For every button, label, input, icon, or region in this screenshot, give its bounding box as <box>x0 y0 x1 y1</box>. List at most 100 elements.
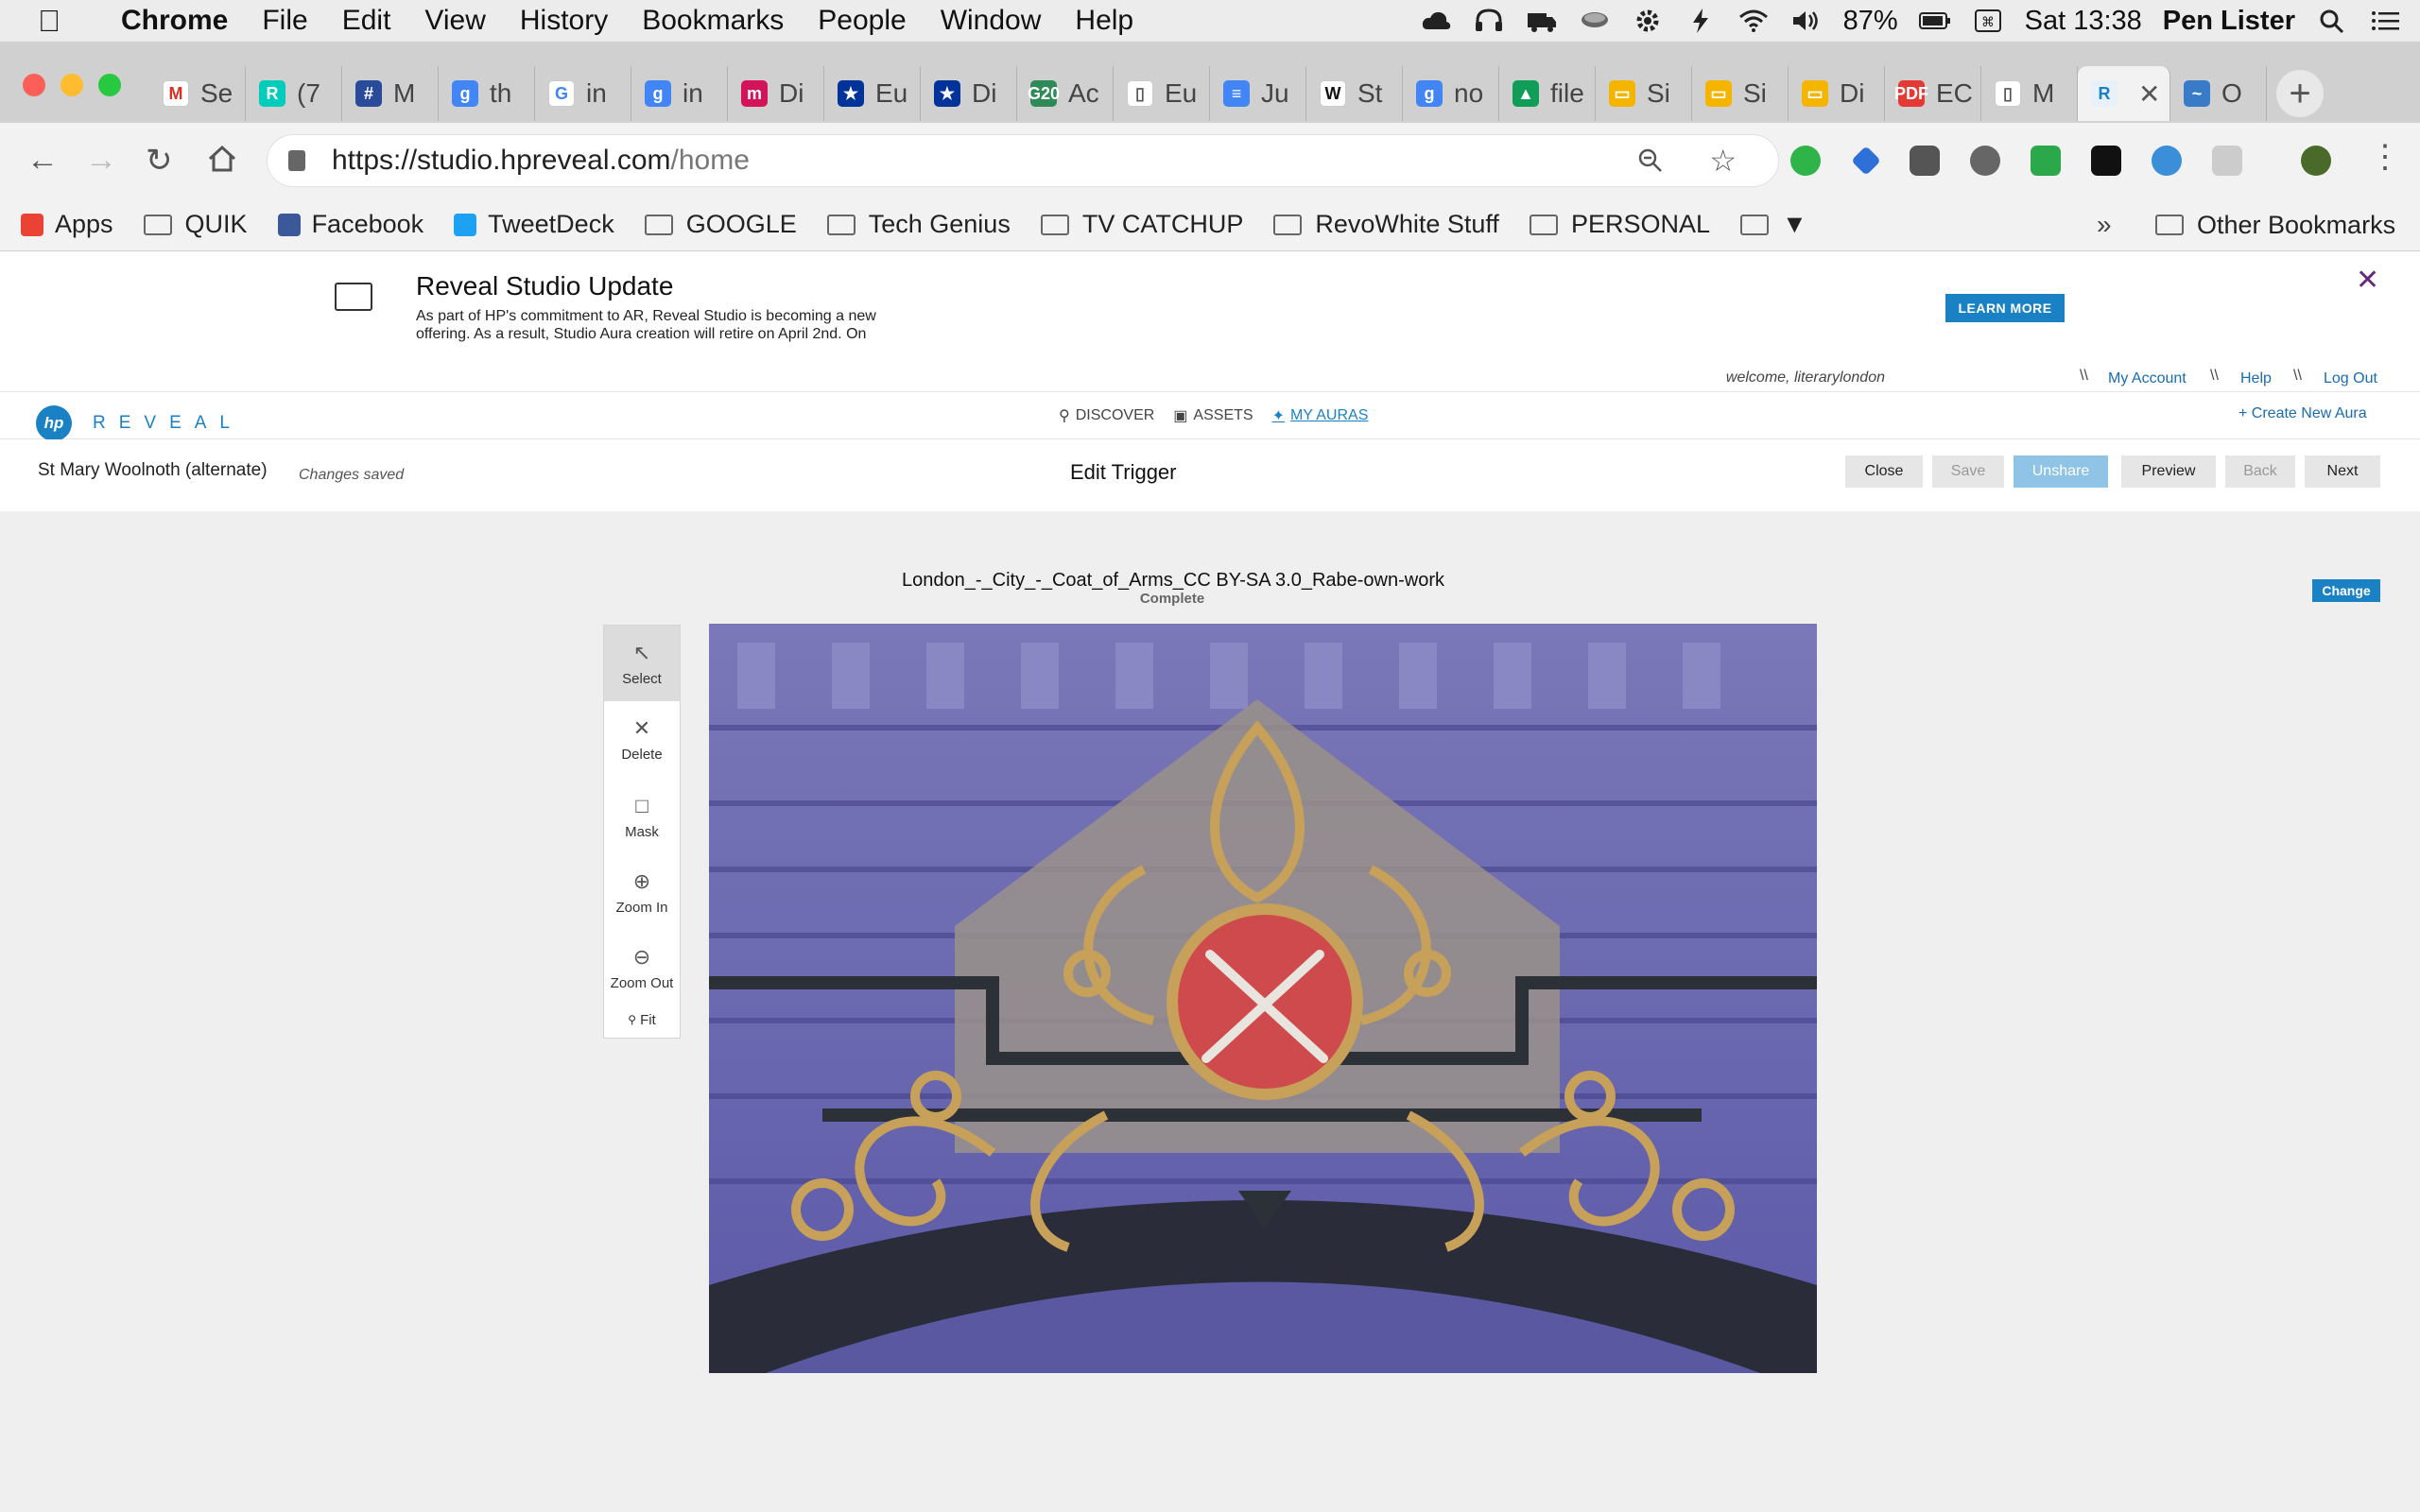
browser-tab[interactable]: ~ O <box>2170 66 2267 121</box>
bowl-icon[interactable] <box>1579 7 1611 35</box>
nav-discover[interactable]: ⚲ DISCOVER <box>1059 406 1154 425</box>
keyboard-icon[interactable]: ⌘ <box>1972 7 2004 35</box>
browser-tab[interactable]: ▭ Si <box>1596 66 1692 121</box>
browser-tab[interactable]: g in <box>631 66 728 121</box>
browser-tab[interactable]: ▭ Di <box>1789 66 1885 121</box>
menu-edit[interactable]: Edit <box>342 5 391 37</box>
zoom-in-tool[interactable]: ⊕ Zoom In <box>604 854 680 930</box>
notification-center-icon[interactable] <box>2369 7 2401 35</box>
nav-my-auras[interactable]: ✦ MY AURAS <box>1272 406 1369 425</box>
menu-people[interactable]: People <box>818 5 906 37</box>
lightbulb-icon[interactable] <box>1970 146 2000 176</box>
bookmarks-overflow-button[interactable]: » <box>2097 210 2112 240</box>
back-arrow-icon[interactable]: ← <box>26 142 59 179</box>
browser-tab[interactable]: G20 Ac <box>1017 66 1114 121</box>
mask-tool[interactable]: □ Mask <box>604 779 680 854</box>
home-icon[interactable] <box>206 144 238 174</box>
bookmark-item[interactable]: Tech Genius <box>826 210 1011 239</box>
address-bar[interactable]: https://studio.hpreveal.com/home ☆ <box>267 134 1779 187</box>
spotlight-search-icon[interactable] <box>2316 7 2348 35</box>
lightning-icon[interactable] <box>1685 7 1717 35</box>
expand-icon[interactable] <box>2212 146 2242 176</box>
url-text[interactable]: https://studio.hpreveal.com/home <box>332 145 750 177</box>
browser-tab[interactable]: Gin <box>535 66 631 121</box>
wifi-icon[interactable] <box>1737 7 1770 35</box>
browser-tab[interactable]: ★ Di <box>921 66 1017 121</box>
battery-icon[interactable] <box>1918 7 1951 35</box>
gear-icon[interactable] <box>1632 7 1664 35</box>
browser-tab[interactable]: # M <box>342 66 439 121</box>
menu-window[interactable]: Window <box>941 5 1042 37</box>
browser-tab[interactable]: ▯ Eu <box>1114 66 1210 121</box>
bookmark-item[interactable]: TV CATCHUP <box>1040 210 1243 239</box>
bookmark-item[interactable]: QUIK <box>143 210 248 239</box>
change-button[interactable]: Change <box>2312 579 2380 602</box>
menu-view[interactable]: View <box>424 5 485 37</box>
browser-tab[interactable]: ≡ Ju <box>1210 66 1306 121</box>
trigger-image[interactable] <box>709 624 1817 1373</box>
shield-icon[interactable] <box>2031 146 2061 176</box>
truck-icon[interactable] <box>1526 7 1558 35</box>
evernote-icon[interactable] <box>1790 146 1821 176</box>
bookmark-item[interactable]: ▼ <box>1740 210 1807 239</box>
fit-tool[interactable]: ⚲ Fit <box>604 1005 680 1034</box>
bookmark-item[interactable]: Apps <box>21 210 113 239</box>
forward-arrow-icon[interactable]: → <box>85 142 117 179</box>
menu-bookmarks[interactable]: Bookmarks <box>642 5 784 37</box>
browser-tab[interactable]: ▭ Si <box>1692 66 1789 121</box>
menubar-clock[interactable]: Sat 13:38 <box>2025 6 2142 37</box>
bookmark-star-icon[interactable]: ☆ <box>1709 143 1737 179</box>
browser-tab[interactable]: ▲ file <box>1499 66 1596 121</box>
browser-tab[interactable]: g no <box>1403 66 1499 121</box>
browser-tab[interactable]: ▯ M <box>1981 66 2078 121</box>
profile-avatar[interactable] <box>2301 146 2331 176</box>
back-button[interactable]: Back <box>2225 455 2295 488</box>
reload-icon[interactable]: ↻ <box>146 142 173 180</box>
bookmark-item[interactable]: TweetDeck <box>454 210 614 239</box>
menu-file[interactable]: File <box>262 5 307 37</box>
nav-assets[interactable]: ▣ ASSETS <box>1173 406 1253 425</box>
headphones-icon[interactable] <box>1473 7 1505 35</box>
browser-tab[interactable]: R (7 <box>246 66 342 121</box>
window-zoom-button[interactable] <box>98 74 121 96</box>
browser-tab[interactable]: ★ Eu <box>824 66 921 121</box>
bookmark-item[interactable]: PERSONAL <box>1529 210 1710 239</box>
learn-more-button[interactable]: LEARN MORE <box>1945 294 2065 322</box>
browser-tab[interactable]: m Di <box>728 66 824 121</box>
create-new-aura-link[interactable]: + Create New Aura <box>2238 405 2367 422</box>
new-tab-button[interactable]: + <box>2276 70 2324 117</box>
window-minimize-button[interactable] <box>60 74 83 96</box>
next-button[interactable]: Next <box>2305 455 2380 488</box>
close-button[interactable]: Close <box>1845 455 1923 488</box>
menu-help[interactable]: Help <box>1075 5 1133 37</box>
close-icon[interactable]: ✕ <box>2356 264 2379 297</box>
zoom-out-tool[interactable]: ⊖ Zoom Out <box>604 930 680 1005</box>
apple-icon[interactable]:  <box>38 4 76 39</box>
browser-tab[interactable]: R ✕ <box>2078 66 2170 121</box>
my-account-link[interactable]: My Account <box>2108 370 2187 387</box>
chrome-menu-icon[interactable]: ⋮ <box>2369 138 2401 176</box>
select-tool[interactable]: ↖ Select <box>604 626 680 701</box>
window-close-button[interactable] <box>23 74 45 96</box>
preview-button[interactable]: Preview <box>2121 455 2216 488</box>
log-out-link[interactable]: Log Out <box>2324 370 2377 387</box>
volume-icon[interactable] <box>1790 7 1823 35</box>
unshare-button[interactable]: Unshare <box>2014 455 2108 488</box>
lock-icon[interactable] <box>288 150 305 171</box>
bookmark-item[interactable]: GOOGLE <box>644 210 797 239</box>
ghostery-icon[interactable] <box>2152 146 2182 176</box>
bookmark-item[interactable]: Facebook <box>277 210 424 239</box>
save-button[interactable]: Save <box>1932 455 2004 488</box>
browser-tab[interactable]: g th <box>439 66 535 121</box>
other-bookmarks[interactable]: Other Bookmarks <box>2155 198 2395 251</box>
hp-reveal-logo[interactable]: hp REVEAL <box>36 405 243 441</box>
delete-tool[interactable]: ✕ Delete <box>604 701 680 777</box>
menubar-user[interactable]: Pen Lister <box>2163 6 2295 37</box>
menu-history[interactable]: History <box>520 5 608 37</box>
browser-tab[interactable]: PDF EC <box>1885 66 1981 121</box>
pocket-icon[interactable] <box>1910 146 1940 176</box>
tab-close-icon[interactable]: ✕ <box>2138 78 2160 110</box>
menu-app-chrome[interactable]: Chrome <box>121 5 228 37</box>
browser-tab[interactable]: W St <box>1306 66 1403 121</box>
creative-cloud-icon[interactable] <box>1420 7 1452 35</box>
